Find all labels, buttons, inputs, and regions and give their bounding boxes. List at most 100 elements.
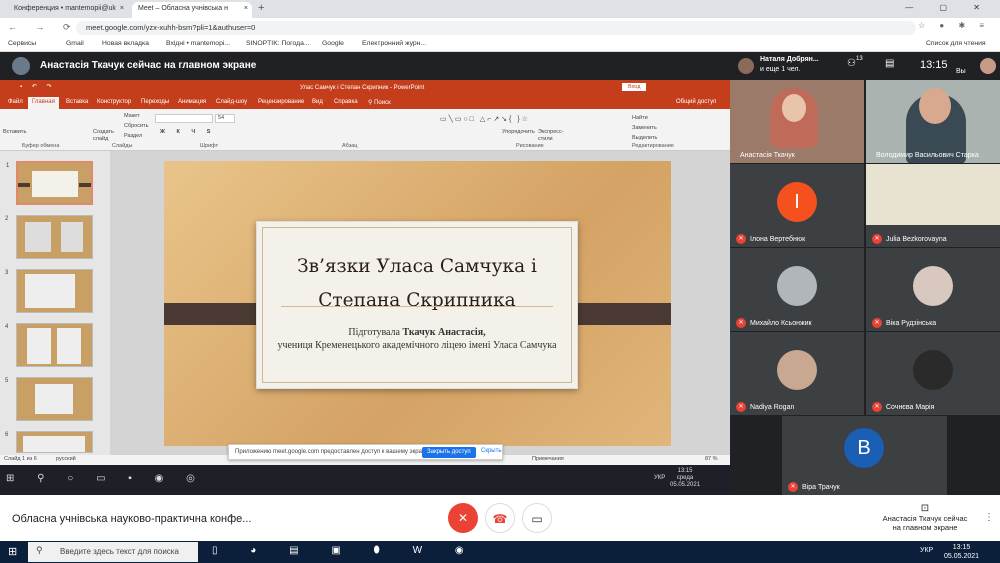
participant-photo-avatar: [777, 266, 817, 306]
participant-tile-2[interactable]: Володимир Васильович Старка: [866, 80, 1000, 163]
thumbnail-slide-1: 1: [6, 161, 93, 205]
you-label: Вы: [956, 68, 966, 75]
ppt-slide-thumbnails: 1 2 3 4 5 6: [0, 151, 103, 455]
bookmark-journal[interactable]: Електронний журн...: [362, 40, 426, 47]
participant-photo-avatar: [777, 350, 817, 390]
ppt-paste-button: Вставить: [3, 129, 27, 135]
ppt-replace-button: Заменить: [632, 125, 657, 131]
taskbar-clock[interactable]: 13:15 05.05.2021: [944, 543, 979, 561]
ppt-group-slides: Слайды: [112, 143, 133, 149]
bookmark-sinoptik[interactable]: SINOPTIK: Погода...: [246, 40, 310, 47]
chevron-up-icon[interactable]: ⌃: [227, 513, 235, 524]
participant-name: Віра Трачук: [802, 484, 840, 491]
people-count: 13: [856, 56, 863, 62]
quick-access-icons: ▪ ↶ ↷: [20, 84, 56, 90]
mic-off-icon: ✕: [736, 234, 746, 244]
more-options-icon[interactable]: ⋮: [984, 512, 994, 523]
extension-icons[interactable]: ☆ ● ✱ ≡ ⋮: [918, 21, 1000, 30]
ppt-share: Общий доступ: [676, 99, 717, 105]
bookmark-apps[interactable]: Сервисы: [8, 40, 36, 47]
ppt-group-editing: Редактирование: [632, 143, 674, 149]
ppt-select-button: Выделить: [632, 135, 658, 141]
top-user-more: и еще 1 чел.: [760, 66, 801, 73]
url-input[interactable]: meet.google.com/yzx-xuhh-bsm?pli=1&authu…: [76, 21, 916, 35]
shared-taskbar-clock: 13:15 среда 05.05.2021: [670, 468, 701, 488]
slide-title-card: Зв’язки Уласа Самчука і Степана Скрипник…: [256, 221, 578, 389]
ppt-tab-search: ⚲ Поиск: [368, 100, 391, 106]
ppt-reset-button: Сбросить: [124, 123, 149, 129]
shared-taskbar-lang: УКР: [654, 475, 666, 481]
mic-off-icon: ✕: [457, 511, 469, 525]
ppt-tab-transitions: Переходы: [141, 99, 170, 105]
meet-clock: 13:15: [920, 59, 948, 71]
people-icon[interactable]: ⚇: [847, 58, 856, 69]
camera-icon: ▭: [531, 512, 543, 526]
mic-toggle-button[interactable]: ✕: [448, 503, 478, 533]
bookmark-new-tab[interactable]: Новая вкладка: [102, 40, 149, 47]
ppt-zoom-level: 87 %: [705, 456, 718, 462]
thumbnail-slide-6: 6: [5, 431, 93, 453]
hangup-icon: ☎: [492, 512, 508, 526]
thumbnail-slide-3: 3: [5, 269, 93, 313]
window-controls[interactable]: — ▢ ✕: [905, 3, 992, 12]
participant-tile-8[interactable]: ✕ Сочнєва Марія: [866, 332, 1000, 415]
top-user-name: Наталя Добрян...: [760, 56, 819, 63]
mic-off-icon: ✕: [788, 482, 798, 492]
participant-name: Віка Рудзінська: [886, 320, 937, 327]
bookmark-google[interactable]: Google: [322, 40, 344, 47]
ppt-arrange-button: Упорядочить: [502, 129, 535, 135]
close-tab-icon[interactable]: ×: [244, 5, 248, 12]
stop-sharing-button: Закрыть доступ: [422, 447, 476, 458]
meeting-title[interactable]: Обласна учнівська науково-практична конф…: [12, 513, 251, 525]
ppt-font-size: 54: [215, 114, 235, 123]
thumbnail-slide-2: 2: [5, 215, 93, 259]
taskbar-app-icons[interactable]: ▯ ◕ ▤ ▣ ⬮ W ◉: [212, 545, 479, 556]
ppt-shapes-gallery: ▭╲▭○□ △⌐↗↘{ }☆: [440, 116, 530, 123]
new-tab-button[interactable]: +: [258, 2, 264, 14]
ppt-tab-review: Рецензирование: [258, 99, 305, 105]
bookmarks-bar: Сервисы Gmail Новая вкладка Вхідні • man…: [0, 38, 1000, 52]
ppt-notes-button: Примечания: [532, 456, 564, 462]
browser-tab-classroom[interactable]: Конференция • mantemopii@uk ×: [8, 2, 128, 18]
ppt-tab-slideshow: Слайд-шоу: [216, 99, 248, 105]
windows-start-icon[interactable]: ⊞: [8, 545, 17, 558]
ppt-font-box: [155, 114, 213, 123]
presenter-info[interactable]: ⊡ Анастасія Ткачук сейчас на главном экр…: [880, 503, 970, 532]
nav-buttons[interactable]: ← → ⟳: [8, 22, 79, 33]
browser-tab-meet[interactable]: Meet – Обласна учнівська н ×: [132, 2, 252, 18]
participant-tile-6[interactable]: ✕ Віка Рудзінська: [866, 248, 1000, 331]
bookmark-inbox[interactable]: Вхідні • mantemopi...: [166, 40, 230, 47]
close-tab-icon[interactable]: ×: [120, 5, 124, 12]
mic-off-icon: ✕: [872, 402, 882, 412]
leave-call-button[interactable]: ☎: [485, 503, 515, 533]
participant-letter-avatar: І: [777, 182, 817, 222]
participant-tile-5[interactable]: ✕ Михайло Ксьонжик: [730, 248, 864, 331]
participant-tile-9[interactable]: B ✕ Віра Трачук: [782, 416, 947, 495]
participant-tile-3[interactable]: І ✕ Ілона Вертебнюк: [730, 164, 864, 247]
self-avatar: [980, 58, 996, 74]
ppt-tab-help: Справка: [334, 99, 358, 105]
participant-name: Nadiya Rogan: [750, 404, 795, 411]
participant-name: Михайло Ксьонжик: [750, 320, 812, 327]
mic-off-icon: ✕: [736, 402, 746, 412]
camera-toggle-button[interactable]: ▭: [522, 503, 552, 533]
shared-taskbar-icons: ⊞ ⚲ ○ ▭ ▪ ◉ ◎: [6, 473, 205, 484]
participant-tile-4[interactable]: ✕ Julia Bezkorovayna: [866, 164, 1000, 247]
screen-share-notification: Приложению meet.google.com предоставлен …: [228, 444, 503, 460]
taskbar-search-input[interactable]: Введите здесь текст для поиска: [28, 542, 198, 562]
ppt-tab-insert: Вставка: [66, 99, 89, 105]
chat-icon[interactable]: ▤: [885, 58, 894, 69]
meet-controls-bar: Обласна учнівська науково-практична конф…: [0, 495, 1000, 541]
ppt-tab-view: Вид: [312, 99, 323, 105]
ppt-language: русский: [56, 456, 76, 462]
ppt-group-paragraph: Абзац: [342, 143, 358, 149]
mic-off-icon: ✕: [736, 318, 746, 328]
participant-tile-1[interactable]: Анастасія Ткачук: [730, 80, 864, 163]
reading-list[interactable]: Список для чтения: [926, 40, 986, 47]
participant-photo-avatar: [913, 350, 953, 390]
ppt-group-font: Шрифт: [200, 143, 219, 149]
participant-tile-7[interactable]: ✕ Nadiya Rogan: [730, 332, 864, 415]
bookmark-gmail[interactable]: Gmail: [66, 40, 84, 47]
ppt-tab-file: Файл: [8, 99, 23, 105]
taskbar-lang[interactable]: УКР: [920, 547, 933, 554]
